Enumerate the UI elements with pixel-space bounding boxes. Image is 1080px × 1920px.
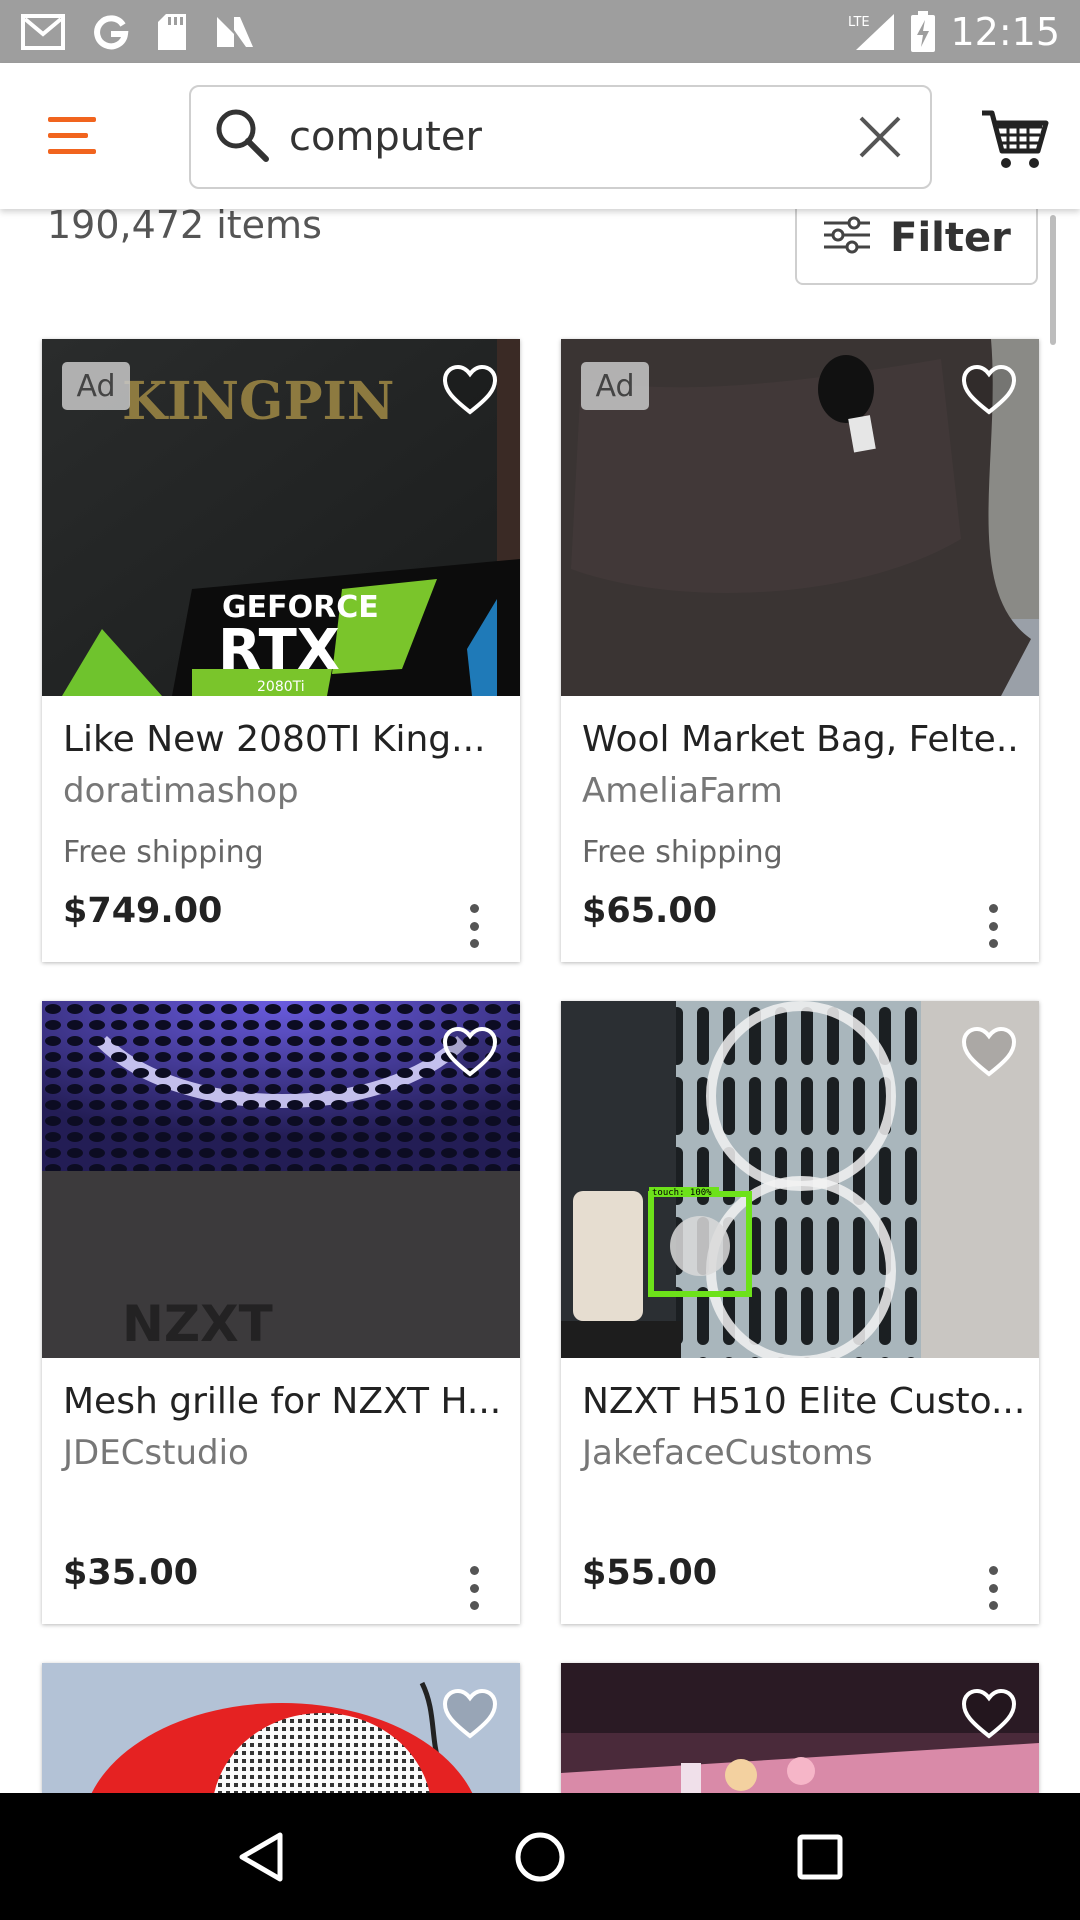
more-options-icon[interactable] bbox=[983, 904, 1003, 948]
svg-text:KINGPIN: KINGPIN bbox=[122, 371, 394, 432]
clock: 12:15 bbox=[950, 9, 1060, 54]
heart-icon[interactable] bbox=[961, 1026, 1017, 1078]
lte-signal-icon: LTE bbox=[846, 12, 896, 52]
svg-text:2080Ti: 2080Ti bbox=[257, 679, 305, 695]
listing-title[interactable]: Wool Market Bag, Felte... bbox=[582, 719, 1022, 760]
scrollbar[interactable] bbox=[1050, 215, 1056, 345]
heart-icon[interactable] bbox=[442, 364, 498, 416]
filter-label: Filter bbox=[890, 214, 1011, 261]
more-options-icon[interactable] bbox=[464, 1566, 484, 1610]
close-icon[interactable] bbox=[852, 109, 908, 165]
listing-card[interactable]: Ad Wool Market Bag, Felte... AmeliaFarm … bbox=[561, 339, 1039, 962]
listing-price: $749.00 bbox=[63, 891, 223, 931]
listing-price: $55.00 bbox=[582, 1553, 718, 1593]
svg-text:touch: 100%: touch: 100% bbox=[652, 1188, 712, 1198]
svg-text:LTE: LTE bbox=[848, 15, 870, 30]
listing-title[interactable]: Mesh grille for NZXT H... bbox=[63, 1381, 503, 1422]
listing-card[interactable] bbox=[561, 1663, 1039, 1793]
heart-icon[interactable] bbox=[961, 364, 1017, 416]
listing-shipping: Free shipping bbox=[582, 835, 783, 870]
gmail-icon bbox=[20, 13, 66, 51]
shopping-cart-icon[interactable] bbox=[980, 103, 1050, 173]
more-options-icon[interactable] bbox=[464, 904, 484, 948]
back-triangle-icon[interactable] bbox=[220, 1817, 300, 1897]
listing-title[interactable]: NZXT H510 Elite Custo... bbox=[582, 1381, 1022, 1422]
battery-charging-icon bbox=[910, 10, 936, 53]
listing-shop: AmeliaFarm bbox=[582, 771, 783, 811]
listing-card[interactable] bbox=[42, 1663, 520, 1793]
heart-icon[interactable] bbox=[961, 1688, 1017, 1740]
listing-card[interactable]: touch: 100% NZXT H510 Elite Custo... Jak… bbox=[561, 1001, 1039, 1624]
listing-price: $35.00 bbox=[63, 1553, 199, 1593]
heart-icon[interactable] bbox=[442, 1688, 498, 1740]
results-count: 190,472 items bbox=[47, 203, 322, 247]
home-circle-icon[interactable] bbox=[500, 1817, 580, 1897]
recents-square-icon[interactable] bbox=[780, 1817, 860, 1897]
ad-badge: Ad bbox=[62, 362, 130, 410]
listing-shop: doratimashop bbox=[63, 771, 299, 811]
listing-title[interactable]: Like New 2080TI King... bbox=[63, 719, 503, 760]
listing-card[interactable]: KINGPIN GEFORCE RTX 2080Ti Ad Like New 2… bbox=[42, 339, 520, 962]
listing-price: $65.00 bbox=[582, 891, 718, 931]
hamburger-menu-icon[interactable] bbox=[40, 111, 100, 161]
svg-text:RTX: RTX bbox=[218, 618, 340, 683]
more-options-icon[interactable] bbox=[983, 1566, 1003, 1610]
listing-card[interactable]: NZXT Mesh grille for NZXT H... JDECstudi… bbox=[42, 1001, 520, 1624]
listing-shop: JDECstudio bbox=[63, 1433, 249, 1473]
svg-text:NZXT: NZXT bbox=[122, 1295, 273, 1353]
system-nav-bar bbox=[0, 1793, 1080, 1920]
heart-icon[interactable] bbox=[442, 1026, 498, 1078]
search-icon bbox=[213, 106, 271, 169]
search-query-text[interactable]: computer bbox=[289, 114, 852, 160]
sliders-icon bbox=[822, 215, 872, 260]
status-bar: LTE 12:15 bbox=[0, 0, 1080, 63]
search-input[interactable]: computer bbox=[189, 85, 932, 189]
app-bar: computer bbox=[0, 63, 1080, 209]
sd-card-icon bbox=[156, 12, 188, 52]
listing-shop: JakefaceCustoms bbox=[582, 1433, 873, 1473]
ad-badge: Ad bbox=[581, 362, 649, 410]
google-icon bbox=[92, 13, 130, 51]
n-app-icon bbox=[214, 14, 256, 50]
listing-shipping: Free shipping bbox=[63, 835, 264, 870]
